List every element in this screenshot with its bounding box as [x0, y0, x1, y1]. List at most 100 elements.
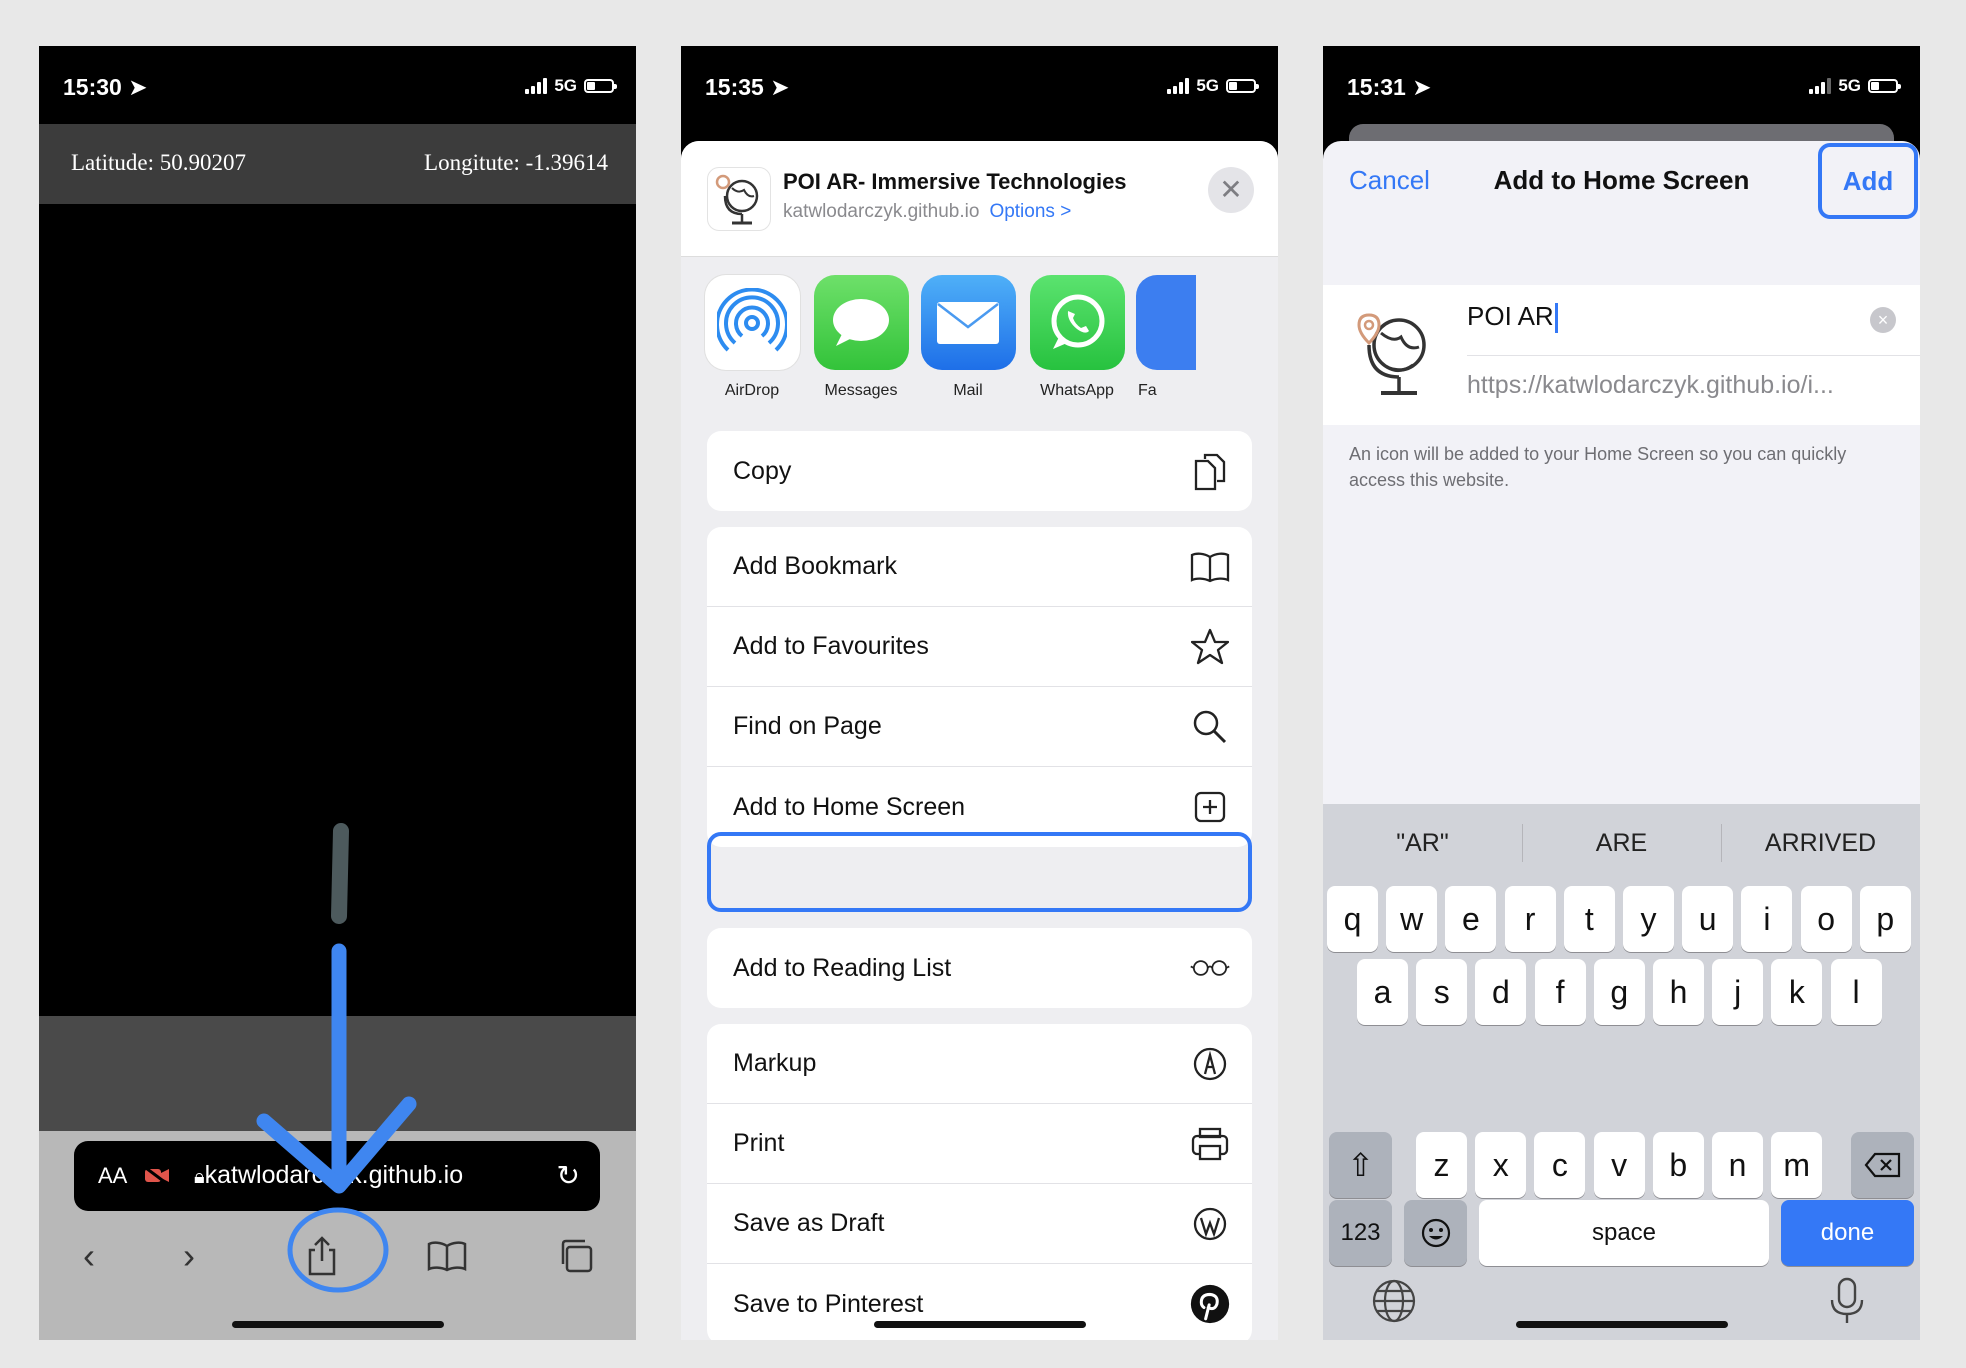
- key-t[interactable]: t: [1563, 886, 1615, 952]
- battery-icon: [1868, 79, 1901, 93]
- shift-key-icon[interactable]: ⇧: [1329, 1132, 1392, 1198]
- network-label: 5G: [1196, 76, 1219, 95]
- action-save-draft[interactable]: Save as Draft: [707, 1184, 1252, 1264]
- glasses-icon: [1190, 948, 1230, 988]
- status-bar: 15:35 ➤ 5G: [681, 46, 1278, 124]
- key-o[interactable]: o: [1800, 886, 1852, 952]
- add-button[interactable]: Add: [1818, 143, 1918, 219]
- action-print[interactable]: Print: [707, 1104, 1252, 1184]
- key-j[interactable]: j: [1712, 959, 1764, 1025]
- home-indicator: [1515, 1321, 1728, 1328]
- app-facebook-partial[interactable]: Fa: [1136, 275, 1196, 400]
- suggestion-item[interactable]: ARE: [1522, 804, 1721, 882]
- action-group-more: Markup Print Save as Draft Save to Pinte…: [707, 1024, 1252, 1340]
- app-messages[interactable]: Messages: [811, 275, 911, 400]
- space-key[interactable]: space: [1479, 1200, 1769, 1266]
- action-group-main: Add Bookmark Add to Favourites Find on P…: [707, 527, 1252, 847]
- name-field[interactable]: POI AR: [1467, 301, 1558, 334]
- app-label: Mail: [953, 382, 983, 399]
- shortcut-form: POI AR × https://katwlodarczyk.github.io…: [1323, 285, 1920, 425]
- sheet-navbar: Cancel Add to Home Screen Add: [1323, 141, 1920, 231]
- microphone-icon[interactable]: [1824, 1276, 1874, 1326]
- key-q[interactable]: q: [1327, 886, 1378, 952]
- key-i[interactable]: i: [1741, 886, 1793, 952]
- facebook-icon: [1136, 275, 1196, 370]
- status-indicators: 5G: [1167, 76, 1259, 96]
- action-add-reading-list[interactable]: Add to Reading List: [707, 928, 1252, 1008]
- key-u[interactable]: u: [1682, 886, 1734, 952]
- share-page-title: POI AR- Immersive Technologies: [783, 169, 1127, 194]
- app-label: AirDrop: [724, 382, 780, 399]
- app-mail[interactable]: Mail: [918, 275, 1018, 400]
- markup-pen-icon: [1190, 1044, 1230, 1084]
- action-copy[interactable]: Copy: [707, 431, 1252, 511]
- suggestion-item[interactable]: "AR": [1323, 804, 1522, 882]
- action-find-on-page[interactable]: Find on Page: [707, 687, 1252, 767]
- emoji-key-icon[interactable]: [1404, 1200, 1467, 1266]
- key-z[interactable]: z: [1416, 1132, 1467, 1198]
- globe-icon[interactable]: [1371, 1278, 1421, 1328]
- printer-icon: [1190, 1124, 1230, 1164]
- phone-add-home-screen: 15:31 ➤ 5G Cancel Add to Home Screen Add…: [1323, 46, 1920, 1340]
- hint-text: An icon will be added to your Home Scree…: [1349, 444, 1847, 490]
- status-indicators: 5G: [1809, 76, 1901, 96]
- status-bar: 15:31 ➤ 5G: [1323, 46, 1920, 124]
- magnifier-search-icon: [1190, 707, 1230, 747]
- action-group-copy: Copy: [707, 431, 1252, 511]
- key-h[interactable]: h: [1653, 959, 1704, 1025]
- numbers-key[interactable]: 123: [1329, 1200, 1392, 1266]
- plus-square-icon: [1190, 787, 1230, 827]
- done-key[interactable]: done: [1781, 1200, 1914, 1266]
- key-m[interactable]: m: [1771, 1132, 1823, 1198]
- key-w[interactable]: w: [1386, 886, 1438, 952]
- suggestion-bar: "AR" ARE ARRIVED: [1323, 804, 1920, 882]
- key-r[interactable]: r: [1504, 886, 1556, 952]
- copy-documents-icon: [1190, 451, 1230, 491]
- share-app-row: AirDrop Messages Mail WhatsApp Fa: [681, 261, 1278, 411]
- options-link[interactable]: Options >: [989, 201, 1071, 222]
- close-icon[interactable]: ✕: [1208, 167, 1254, 213]
- globe-app-icon: [1349, 301, 1439, 407]
- key-a[interactable]: a: [1357, 959, 1408, 1025]
- key-p[interactable]: p: [1859, 886, 1911, 952]
- backspace-key-icon[interactable]: [1851, 1132, 1914, 1198]
- action-add-favourites[interactable]: Add to Favourites: [707, 607, 1252, 687]
- location-arrow-icon: ➤: [1412, 74, 1432, 100]
- key-e[interactable]: e: [1445, 886, 1497, 952]
- suggestion-item[interactable]: ARRIVED: [1721, 804, 1920, 882]
- mail-envelope-icon: [920, 275, 1016, 370]
- key-x[interactable]: x: [1475, 1132, 1527, 1198]
- clear-text-icon[interactable]: ×: [1870, 307, 1896, 333]
- key-c[interactable]: c: [1534, 1132, 1586, 1198]
- keyboard: "AR" ARE ARRIVED qwertyuiop asdfghjkl zxcv…: [1323, 804, 1920, 1340]
- book-icon: [1190, 547, 1230, 587]
- action-markup[interactable]: Markup: [707, 1024, 1252, 1104]
- share-sheet: POI AR- Immersive Technologies katwlodar…: [681, 141, 1278, 1340]
- key-y[interactable]: y: [1623, 886, 1674, 952]
- location-arrow-icon: ➤: [770, 74, 790, 100]
- signal-icon: [1809, 78, 1832, 94]
- key-l[interactable]: l: [1830, 959, 1882, 1025]
- airdrop-icon: [704, 275, 800, 370]
- key-d[interactable]: d: [1475, 959, 1527, 1025]
- app-label: Fa: [1138, 382, 1157, 399]
- key-g[interactable]: g: [1593, 959, 1645, 1025]
- phone-share-sheet: 15:35 ➤ 5G POI AR- Immersive Technologie…: [681, 46, 1278, 1340]
- key-b[interactable]: b: [1652, 1132, 1704, 1198]
- action-group-reading: Add to Reading List: [707, 928, 1252, 1008]
- action-save-pinterest[interactable]: Save to Pinterest: [707, 1264, 1252, 1340]
- key-f[interactable]: f: [1534, 959, 1586, 1025]
- action-add-bookmark[interactable]: Add Bookmark: [707, 527, 1252, 607]
- app-whatsapp[interactable]: WhatsApp: [1027, 275, 1127, 400]
- app-label: WhatsApp: [1040, 382, 1114, 399]
- app-airdrop[interactable]: AirDrop: [702, 275, 802, 400]
- key-s[interactable]: s: [1416, 959, 1468, 1025]
- divider: [1467, 355, 1920, 356]
- status-time: 15:31 ➤: [1347, 74, 1432, 100]
- key-k[interactable]: k: [1771, 959, 1823, 1025]
- home-indicator: [873, 1321, 1086, 1328]
- key-n[interactable]: n: [1712, 1132, 1763, 1198]
- key-v[interactable]: v: [1593, 1132, 1645, 1198]
- battery-icon: [1226, 79, 1259, 93]
- highlight-add-home-screen: [707, 832, 1252, 912]
